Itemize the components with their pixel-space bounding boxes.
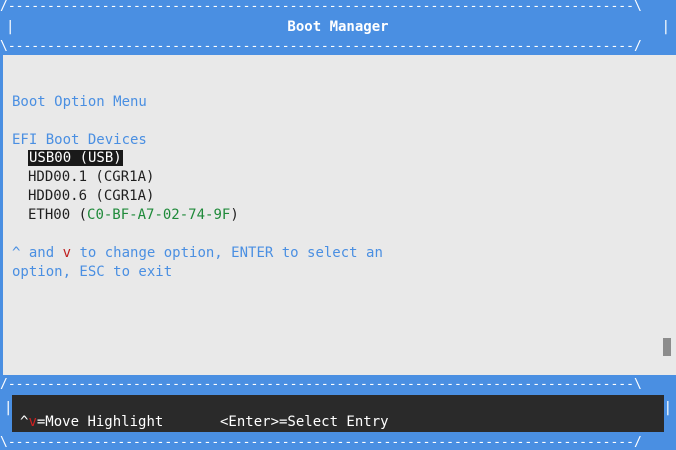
header-border-bottom: \---------------------------------------… <box>0 39 642 54</box>
footer-help-panel: ^v=Move Highlight <Enter>=Select Entry <box>12 395 664 432</box>
help-up-key: ^ and <box>12 245 63 261</box>
eth00-label-end: ) <box>230 207 239 223</box>
menu-heading: Boot Option Menu <box>12 94 147 110</box>
footer-move-hint: ^v=Move Highlight <box>20 414 163 430</box>
help-text-line2: option, ESC to exit <box>12 264 173 280</box>
header-bar: /---------------------------------------… <box>0 0 676 55</box>
help-down-key: v <box>62 245 72 261</box>
boot-device-eth00[interactable]: ETH00 (C0-BF-A7-02-74-9F) <box>28 207 239 223</box>
footer-border-bottom: \---------------------------------------… <box>0 435 642 450</box>
devices-heading: EFI Boot Devices <box>12 132 147 148</box>
boot-device-hdd00-1[interactable]: HDD00.1 (CGR1A) <box>28 169 154 185</box>
boot-device-hdd00-6[interactable]: HDD00.6 (CGR1A) <box>28 188 154 204</box>
header-border-right: | <box>661 19 670 35</box>
scrollbar-thumb[interactable] <box>663 338 671 356</box>
boot-device-usb00[interactable]: USB00 (USB) <box>28 150 123 166</box>
footer-select-hint: <Enter>=Select Entry <box>220 414 389 430</box>
page-title: Boot Manager <box>287 19 389 35</box>
footer-border-right: | <box>663 400 672 416</box>
help-text-line1: ^ and v to change option, ENTER to selec… <box>12 245 383 261</box>
footer-move-label: =Move Highlight <box>36 414 164 430</box>
eth00-mac: C0-BF-A7-02-74-9F <box>87 207 231 223</box>
help-line1-rest: to change option, ENTER to select an <box>71 245 383 261</box>
footer-border-left: | <box>4 400 13 416</box>
footer-down-key: v <box>28 414 37 430</box>
header-border-top: /---------------------------------------… <box>0 0 642 14</box>
eth00-label: ETH00 ( <box>28 207 88 223</box>
footer-border-top: /---------------------------------------… <box>0 377 642 392</box>
footer-bar: /---------------------------------------… <box>0 375 676 450</box>
